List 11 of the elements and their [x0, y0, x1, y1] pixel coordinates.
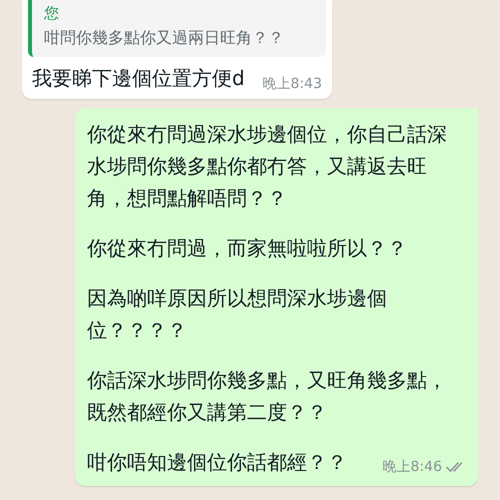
message-text: 咁你唔知邊個位你話都經？？ — [87, 449, 347, 476]
message-text: 我要睇下邊個位置方便d — [32, 65, 245, 92]
quote-text: 咁問你幾多點你又過兩日旺角？？ — [44, 27, 285, 49]
message-time: 晚上8:43 — [262, 75, 322, 93]
message-text: 因為啲咩原因所以想問深水埗邊個位？？？？ — [87, 285, 388, 344]
message-time: 晚上8:46 — [382, 458, 442, 476]
message-text: 你話深水埗問你幾多點，又旺角幾多點，既然都經你又講第二度？？ — [87, 367, 448, 426]
message-text: 你從來冇問過深水埗邊個位，你自己話深水埗問你幾多點你都冇答，又講返去旺角，想問點解唔問？？ — [87, 121, 448, 212]
message-text: 你從來冇問過，而家無啦啦所以？？ — [87, 235, 408, 262]
quote-sender: 您 — [44, 4, 60, 23]
quoted-message[interactable]: 您 咁問你幾多點你又過兩日旺角？？ — [28, 0, 326, 57]
